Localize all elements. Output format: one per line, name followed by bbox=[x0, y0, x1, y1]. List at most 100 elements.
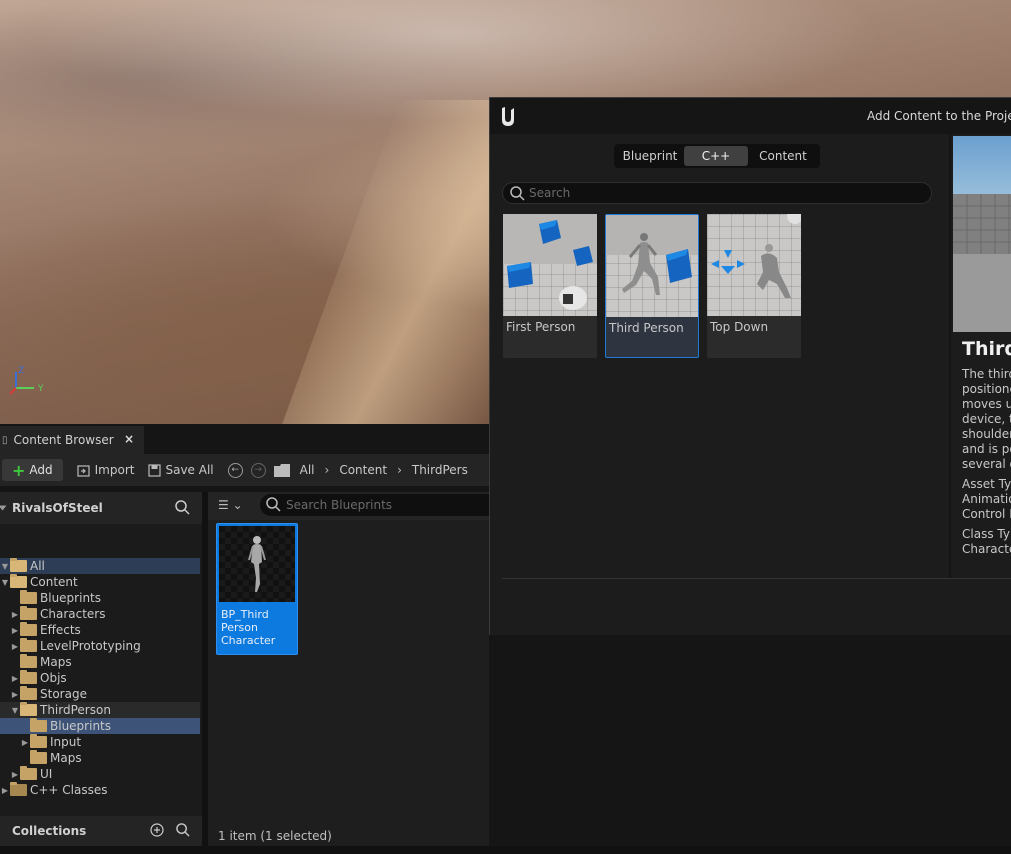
folder-icon bbox=[20, 686, 37, 700]
chevron-down-icon[interactable]: ▼ bbox=[0, 578, 10, 587]
tree-item-effects[interactable]: ▶ Effects bbox=[0, 622, 200, 638]
tree-item-blueprints[interactable]: Blueprints bbox=[0, 718, 200, 734]
chevron-down-icon[interactable]: ▼ bbox=[0, 562, 10, 571]
content-browser-toolbar: + Add Import Save All ← → All › Content … bbox=[0, 454, 489, 486]
template-first-person[interactable]: First Person bbox=[503, 214, 597, 358]
tree-item-ui[interactable]: ▶ UI bbox=[0, 766, 200, 782]
tree-item-label: Effects bbox=[40, 623, 81, 637]
save-all-button-label: Save All bbox=[165, 463, 214, 477]
tree-item-maps[interactable]: Maps bbox=[0, 654, 200, 670]
dialog-title: Add Content to the Projec bbox=[867, 109, 1011, 123]
tree-item-label: UI bbox=[40, 767, 53, 781]
mannequin-icon bbox=[248, 536, 266, 592]
preview-description-line: positione bbox=[962, 382, 1011, 396]
folder-icon bbox=[273, 463, 290, 477]
tree-item-label: ThirdPerson bbox=[40, 703, 111, 717]
tree-item-label: Objs bbox=[40, 671, 67, 685]
back-icon[interactable]: ← bbox=[227, 462, 243, 478]
tree-item-label: Content bbox=[30, 575, 78, 589]
preview-meta-line: Animatio bbox=[962, 492, 1011, 506]
save-all-button[interactable]: Save All bbox=[148, 463, 214, 477]
folder-icon bbox=[20, 622, 37, 636]
preview-description-line: several o bbox=[962, 457, 1011, 471]
tree-item-label: Characters bbox=[40, 607, 106, 621]
search-icon bbox=[510, 186, 525, 201]
collections-bar[interactable]: Collections bbox=[0, 816, 202, 846]
tree-item-maps[interactable]: Maps bbox=[0, 750, 200, 766]
chevron-right-icon[interactable]: ▶ bbox=[10, 770, 20, 779]
axis-z-label: Z bbox=[18, 366, 24, 376]
add-button[interactable]: + Add bbox=[2, 459, 63, 481]
chevron-right-icon[interactable]: ▶ bbox=[10, 642, 20, 651]
chevron-right-icon[interactable]: ▶ bbox=[10, 610, 20, 619]
add-button-label: Add bbox=[29, 463, 53, 477]
cpp-folder-icon bbox=[10, 782, 27, 796]
template-search-input[interactable]: Search bbox=[502, 182, 932, 204]
tree-item-thirdperson[interactable]: ▼ ThirdPerson bbox=[0, 702, 200, 718]
axis-gizmo-icon: Z Y bbox=[9, 366, 44, 395]
tab-content-browser-label: Content Browser bbox=[13, 433, 114, 447]
chevron-right-icon[interactable]: ▶ bbox=[10, 626, 20, 635]
breadcrumb-content[interactable]: Content bbox=[339, 463, 387, 477]
tree-item-levelprototyping[interactable]: ▶ LevelPrototyping bbox=[0, 638, 200, 654]
tab-content[interactable]: Content bbox=[748, 146, 818, 166]
tree-item-label: Maps bbox=[50, 751, 82, 765]
folder-icon bbox=[20, 638, 37, 652]
dialog-titlebar[interactable]: Add Content to the Projec bbox=[490, 98, 1011, 134]
tree-item-blueprints[interactable]: Blueprints bbox=[0, 590, 200, 606]
template-label: Top Down bbox=[710, 320, 769, 334]
tree-item-label: C++ Classes bbox=[30, 783, 108, 797]
collections-label: Collections bbox=[12, 824, 87, 838]
asset-search-input[interactable]: Search Blueprints bbox=[260, 494, 492, 516]
forward-icon[interactable]: → bbox=[250, 462, 266, 478]
chevron-right-icon[interactable]: ▶ bbox=[0, 786, 10, 795]
asset-filter-row: ☰ ⌄ Search Blueprints bbox=[208, 492, 492, 520]
import-button[interactable]: Import bbox=[77, 463, 135, 477]
breadcrumb-chevron-icon: › bbox=[397, 463, 402, 477]
breadcrumb-thirdperson[interactable]: ThirdPers bbox=[412, 463, 468, 477]
filter-icon[interactable]: ☰ ⌄ bbox=[218, 498, 243, 512]
add-collection-icon[interactable] bbox=[150, 823, 164, 837]
tab-content-browser[interactable]: ▯ Content Browser × bbox=[0, 426, 144, 454]
search-icon[interactable] bbox=[176, 823, 190, 837]
template-top-down[interactable]: Top Down bbox=[707, 214, 801, 358]
template-third-person[interactable]: Third Person bbox=[605, 214, 699, 358]
preview-meta-line: Asset Ty bbox=[962, 477, 1011, 491]
tree-item-objs[interactable]: ▶ Objs bbox=[0, 670, 200, 686]
tree-item-c-classes[interactable]: ▶ C++ Classes bbox=[0, 782, 200, 798]
tree-item-content[interactable]: ▼ Content bbox=[0, 574, 200, 590]
tab-cpp[interactable]: C++ bbox=[684, 146, 748, 166]
folder-icon bbox=[20, 702, 37, 716]
tree-item-label: Blueprints bbox=[40, 591, 102, 605]
chevron-right-icon[interactable]: ▶ bbox=[20, 738, 30, 747]
breadcrumb-all[interactable]: All bbox=[300, 463, 315, 477]
template-thumbnail bbox=[707, 214, 801, 316]
sources-header[interactable]: RivalsOfSteel bbox=[0, 492, 202, 524]
close-icon[interactable]: × bbox=[124, 432, 134, 446]
folder-icon bbox=[30, 718, 47, 732]
search-icon bbox=[266, 497, 281, 512]
tree-item-all[interactable]: ▼ All bbox=[0, 558, 200, 574]
tree-item-label: Storage bbox=[40, 687, 87, 701]
template-preview-image bbox=[953, 136, 1011, 332]
content-browser-icon: ▯ bbox=[2, 434, 8, 446]
import-button-label: Import bbox=[94, 463, 135, 477]
asset-tile-bp-third-person-character[interactable]: BP_Third Person Character bbox=[216, 523, 298, 655]
chevron-right-icon[interactable]: ▶ bbox=[10, 674, 20, 683]
folder-icon bbox=[10, 574, 27, 588]
asset-count-status: 1 item (1 selected) bbox=[218, 829, 332, 843]
preview-description-line: shoulder bbox=[962, 427, 1011, 441]
chevron-down-icon[interactable]: ▼ bbox=[10, 706, 20, 715]
tree-item-label: All bbox=[30, 559, 45, 573]
preview-description-line: The third bbox=[962, 367, 1011, 381]
template-label: Third Person bbox=[609, 321, 684, 335]
template-thumbnail bbox=[503, 214, 597, 316]
folder-icon bbox=[20, 654, 37, 668]
tab-blueprint[interactable]: Blueprint bbox=[616, 146, 684, 166]
search-icon[interactable] bbox=[175, 500, 190, 515]
tree-item-input[interactable]: ▶ Input bbox=[0, 734, 200, 750]
tree-item-characters[interactable]: ▶ Characters bbox=[0, 606, 200, 622]
chevron-right-icon[interactable]: ▶ bbox=[10, 690, 20, 699]
tree-item-storage[interactable]: ▶ Storage bbox=[0, 686, 200, 702]
add-content-dialog: Add Content to the Projec Blueprint C++ … bbox=[489, 97, 1011, 635]
